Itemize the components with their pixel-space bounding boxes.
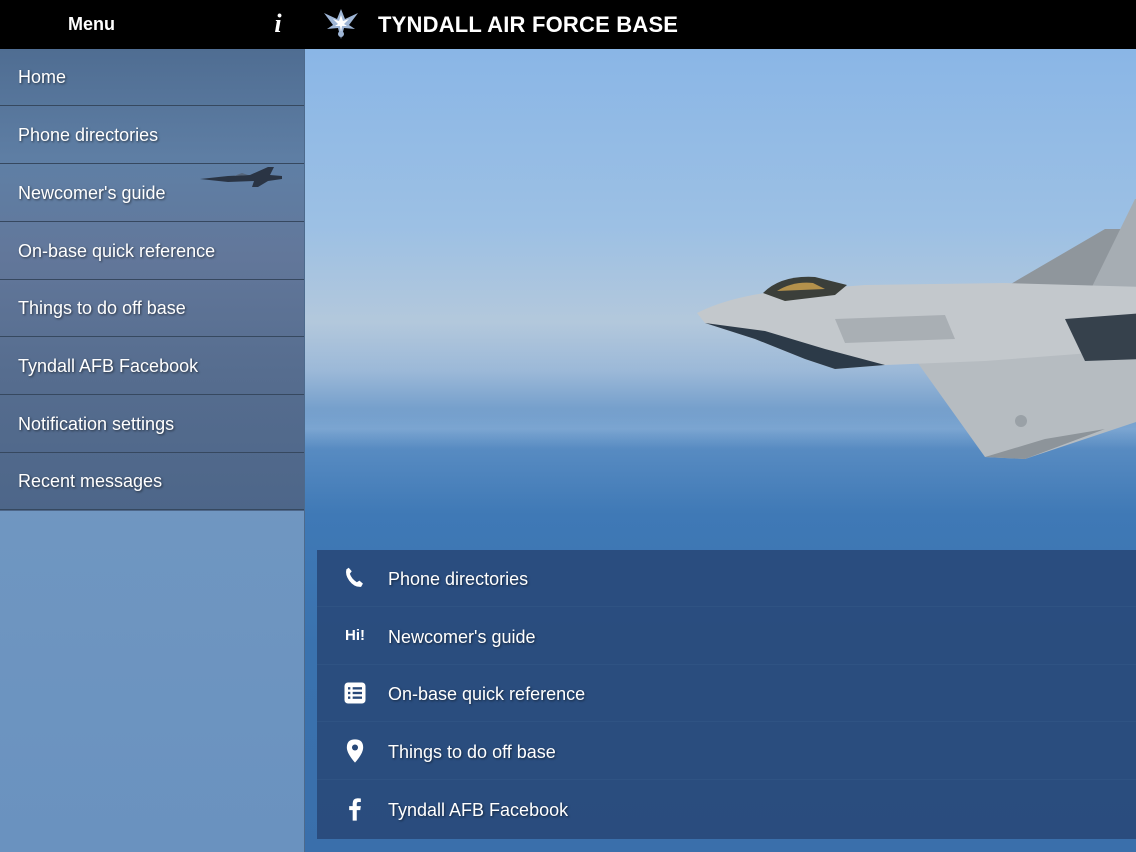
facebook-icon [341,795,369,823]
sidebar-item-phone-directories[interactable]: Phone directories [0,107,304,164]
sidebar-item-label: On-base quick reference [18,241,216,261]
sidebar-item-newcomers-guide[interactable]: Newcomer's guide [0,165,304,222]
sidebar-list: Home Phone directories Newcomer's guide … [0,49,304,511]
hi-badge-icon: Hi! [345,627,365,644]
sidebar-item-label: Newcomer's guide [18,183,166,203]
phone-icon [341,564,369,592]
map-pin-icon [341,737,369,765]
sidebar-menu: Home Phone directories Newcomer's guide … [0,49,305,852]
menu-header: Menu i [0,0,305,49]
quick-link-label: Things to do off base [388,742,556,762]
app-title: TYNDALL AIR FORCE BASE [378,12,679,37]
quick-link-label: Tyndall AFB Facebook [388,800,569,820]
quick-link-on-base-quick-reference[interactable]: On-base quick reference [317,665,1136,722]
sidebar-item-recent-messages[interactable]: Recent messages [0,453,304,510]
top-bar: Menu i TYNDALL AIR FORCE BASE [0,0,1136,49]
sidebar-item-notification-settings[interactable]: Notification settings [0,396,304,453]
quick-link-things-to-do[interactable]: Things to do off base [317,723,1136,780]
menu-title: Menu [68,14,115,34]
sidebar-item-facebook[interactable]: Tyndall AFB Facebook [0,338,304,395]
quick-link-facebook[interactable]: Tyndall AFB Facebook [317,781,1136,838]
quick-link-label: Phone directories [388,569,529,589]
quick-link-phone-directories[interactable]: Phone directories [317,550,1136,607]
sidebar-item-on-base-quick-reference[interactable]: On-base quick reference [0,223,304,280]
sidebar-item-label: Home [18,67,67,87]
sidebar-item-label: Notification settings [18,414,175,434]
sidebar-item-label: Recent messages [18,471,163,491]
sidebar-item-label: Things to do off base [18,298,186,318]
quick-link-newcomers-guide[interactable]: Hi! Newcomer's guide [317,608,1136,665]
sidebar-item-home[interactable]: Home [0,49,304,106]
quick-links-panel: Phone directories Hi! Newcomer's guide O… [317,550,1136,839]
f22-jet-image [697,199,1136,459]
info-button[interactable]: i [264,8,292,40]
sidebar-item-label: Phone directories [18,125,159,145]
sidebar-item-things-to-do[interactable]: Things to do off base [0,280,304,337]
quick-link-label: Newcomer's guide [388,627,536,647]
quick-link-label: On-base quick reference [388,684,586,704]
air-force-logo-icon [324,9,358,39]
sidebar-item-label: Tyndall AFB Facebook [18,356,199,376]
list-icon [341,679,369,707]
